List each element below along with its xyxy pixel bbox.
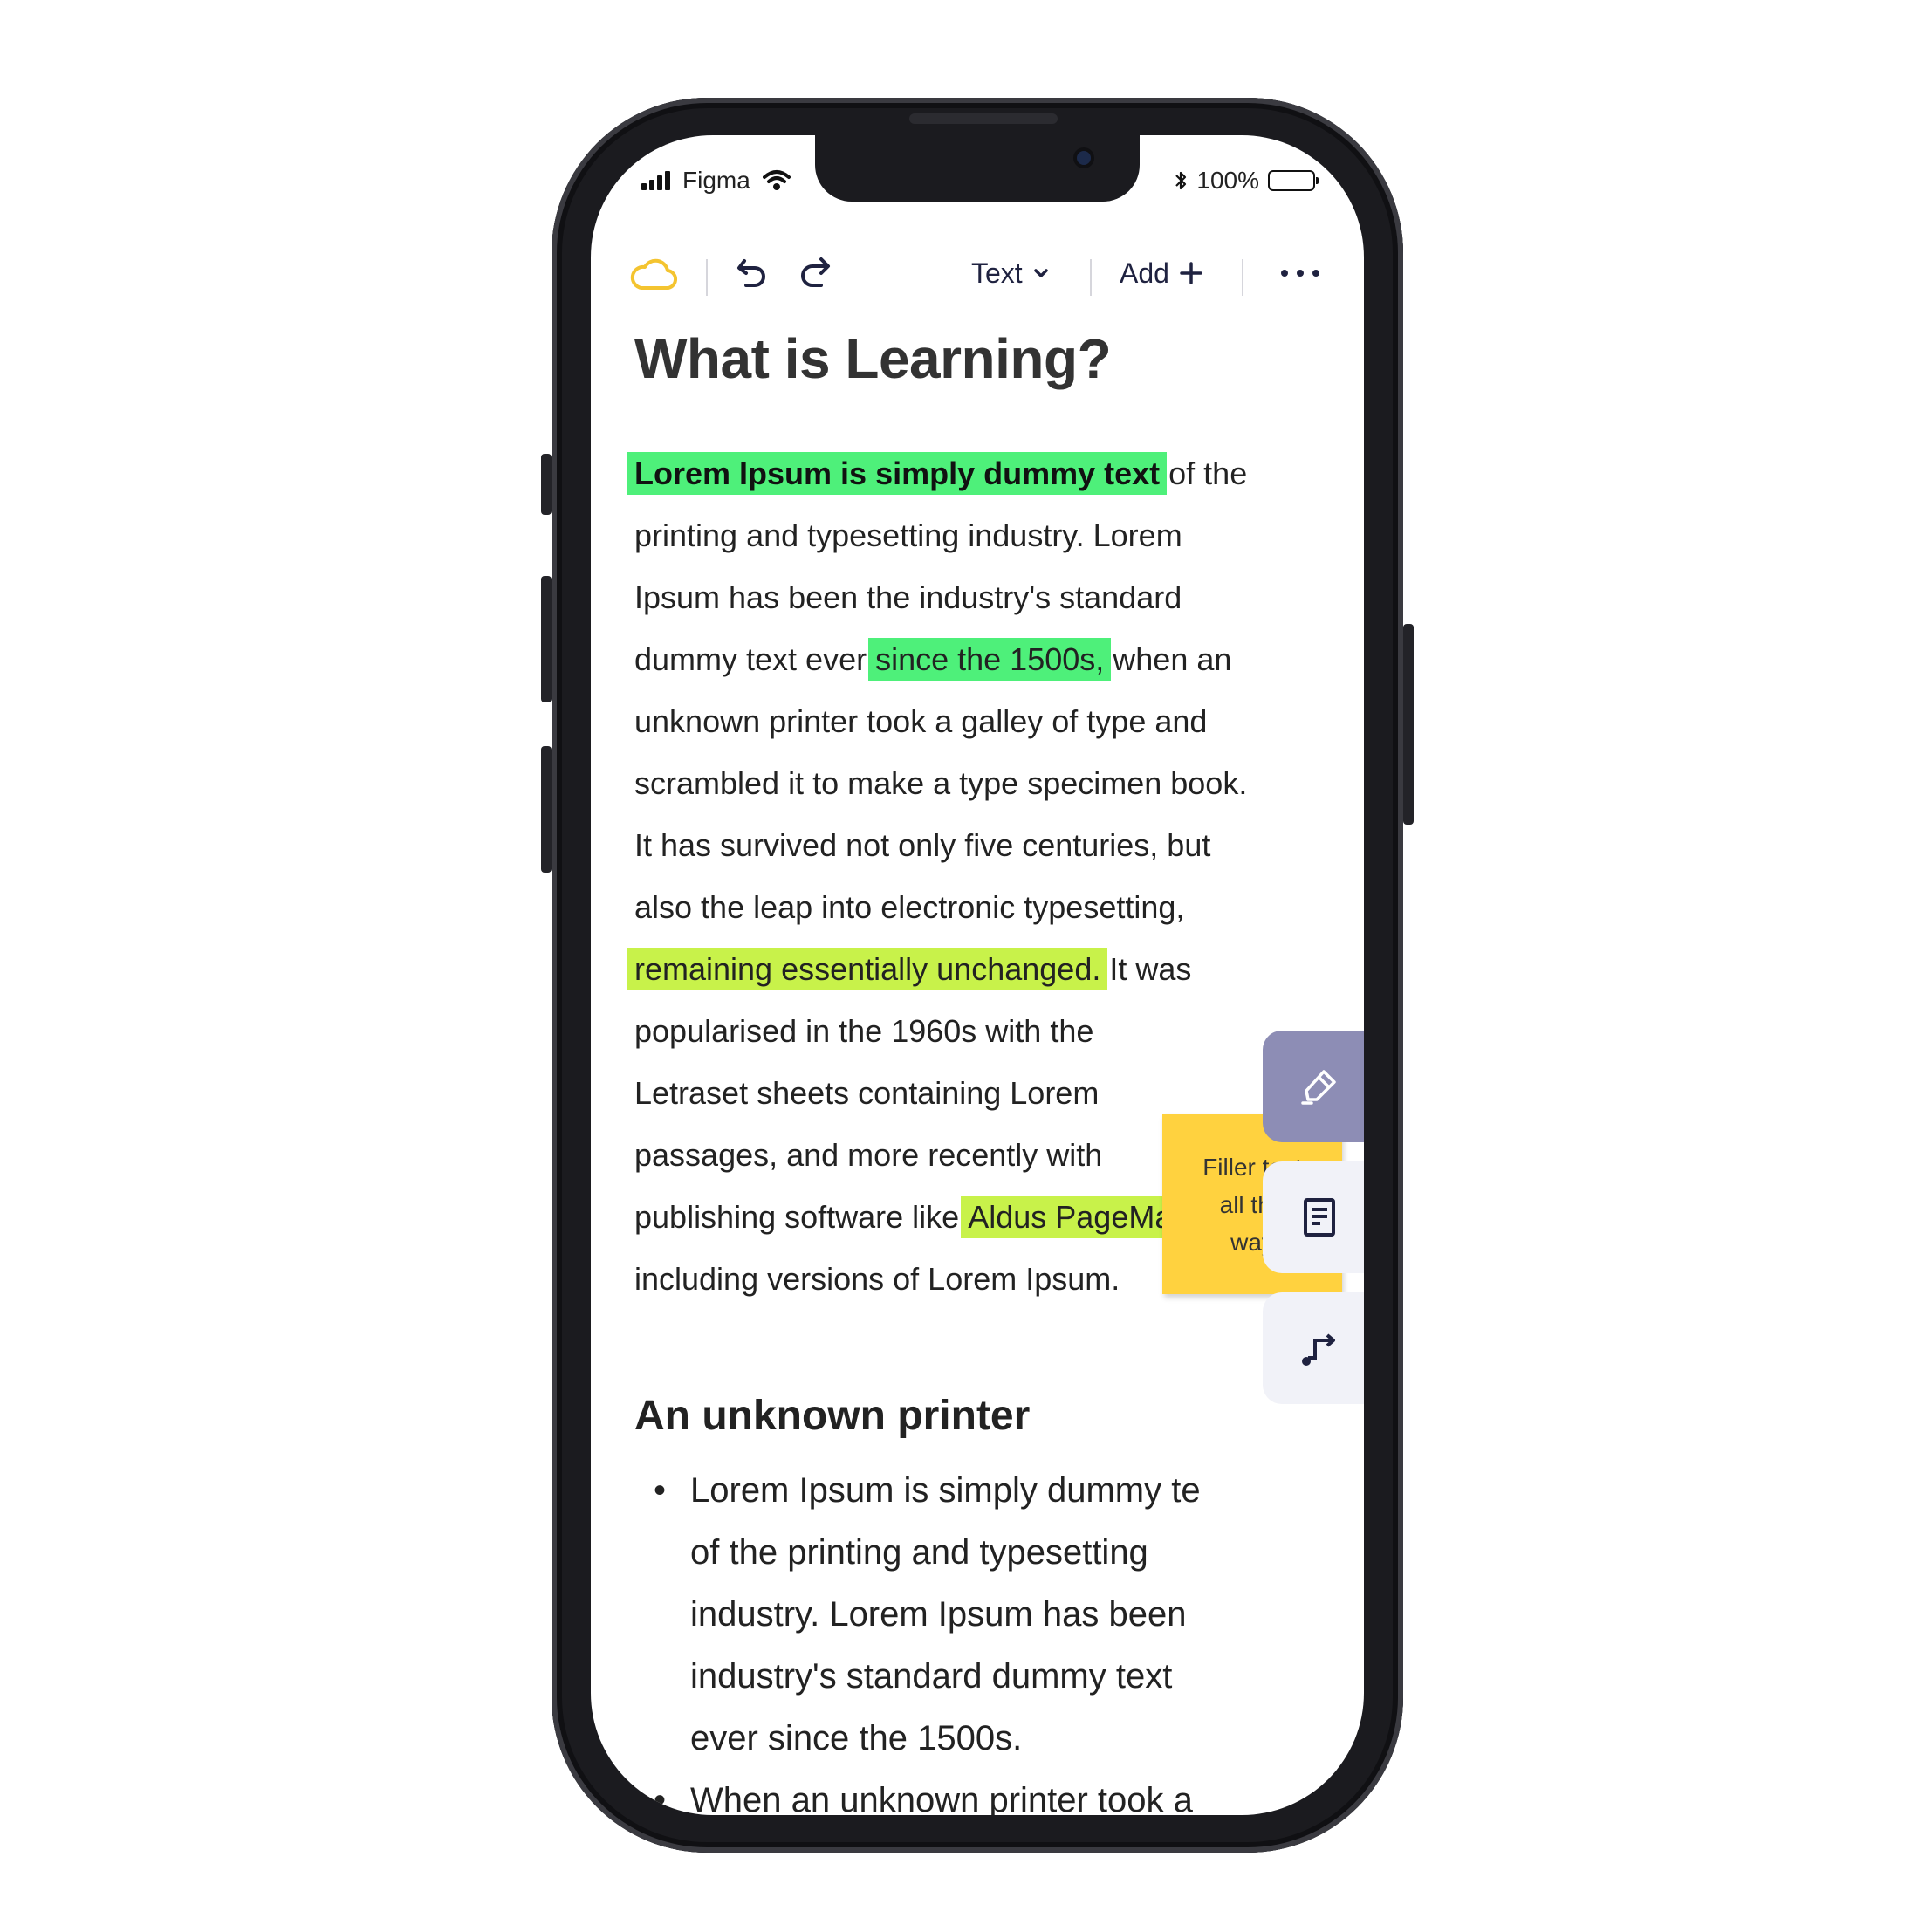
add-label: Add — [1120, 257, 1169, 289]
notch — [815, 135, 1140, 202]
mute-switch — [541, 454, 552, 515]
camera-icon — [1077, 151, 1091, 165]
list-item-line: of the printing and typesetting — [690, 1533, 1148, 1572]
battery-percent: 100% — [1196, 167, 1259, 194]
note-tool-button[interactable] — [1263, 1161, 1364, 1273]
paragraph-text: popularised in the 1960s with the — [634, 1013, 1094, 1049]
phone-screen: Figma 100% Text Add What is Learning? Lo… — [591, 135, 1364, 1815]
paragraph-line: also the leap into electronic typesettin… — [634, 876, 1350, 938]
paragraph-line: remaining essentially unchanged. It was — [627, 938, 1350, 1000]
power-button — [1403, 624, 1414, 825]
cloud-icon — [630, 258, 677, 291]
volume-down-button — [541, 746, 552, 873]
more-options-button[interactable] — [1278, 238, 1322, 308]
redo-icon — [801, 257, 830, 287]
toolbar-divider — [1242, 259, 1243, 296]
bluetooth-icon — [1175, 171, 1187, 190]
editor-toolbar: Text Add — [591, 238, 1364, 308]
volume-up-button — [541, 576, 552, 702]
paragraph-line: printing and typesetting industry. Lorem — [634, 504, 1350, 566]
list-item-line: ever since the 1500s. — [690, 1719, 1023, 1757]
paragraph-text: including versions of Lorem Ipsum. — [634, 1261, 1120, 1297]
document-title[interactable]: What is Learning? — [634, 320, 1333, 397]
toolbar-divider — [706, 259, 708, 296]
paragraph-line: Ipsum has been the industry's standard — [634, 566, 1350, 628]
paragraph-line: unknown printer took a galley of type an… — [634, 690, 1350, 752]
highlighted-text: since the 1500s, — [868, 638, 1112, 681]
list-item[interactable]: When an unknown printer took a — [634, 1770, 1298, 1815]
note-icon — [1304, 1198, 1335, 1237]
wifi-icon — [762, 170, 791, 190]
list-item[interactable]: Lorem Ipsum is simply dummy te of the pri… — [634, 1460, 1298, 1770]
paragraph-line: Lorem Ipsum is simply dummy text of the — [627, 442, 1350, 504]
redo-button[interactable] — [795, 238, 833, 308]
paragraph-line: popularised in the 1960s with the — [634, 1000, 1350, 1062]
list-item-line: When an unknown printer took a — [690, 1781, 1193, 1815]
connector-icon — [1302, 1333, 1335, 1366]
highlighted-text: remaining essentially unchanged. — [627, 948, 1108, 990]
highlighter-icon — [1301, 1070, 1336, 1105]
paragraph-text: scrambled it to make a type specimen boo… — [634, 765, 1248, 801]
paragraph-line: scrambled it to make a type specimen boo… — [634, 752, 1350, 814]
paragraph-line: It has survived not only five centuries,… — [634, 814, 1350, 876]
list-item-line: industry. Lorem Ipsum has been — [690, 1595, 1187, 1634]
paragraph-text: also the leap into electronic typesettin… — [634, 889, 1185, 925]
highlighted-text: Lorem Ipsum is simply dummy text — [627, 452, 1168, 495]
paragraph-text: It was — [1100, 951, 1192, 987]
signal-icon — [641, 171, 670, 190]
undo-icon — [737, 259, 765, 287]
cloud-sync-button[interactable] — [629, 238, 678, 308]
phone-frame: Figma 100% Text Add What is Learning? Lo… — [552, 98, 1403, 1853]
undo-button[interactable] — [734, 238, 772, 308]
paragraph-text: unknown printer took a galley of type an… — [634, 703, 1208, 739]
chevron-down-icon — [1033, 269, 1048, 277]
section-heading[interactable]: An unknown printer — [634, 1392, 1030, 1440]
highlighter-tool-button[interactable] — [1263, 1031, 1364, 1142]
list-item-line: industry's standard dummy text — [690, 1657, 1173, 1696]
bullet-list[interactable]: Lorem Ipsum is simply dummy te of the pri… — [634, 1460, 1298, 1815]
paragraph-text: Ipsum has been the industry's standard — [634, 579, 1182, 615]
more-icon — [1281, 270, 1319, 277]
paragraph-text: publishing software like — [634, 1199, 969, 1235]
paragraph-text: passages, and more recently with — [634, 1137, 1103, 1173]
list-item-line: Lorem Ipsum is simply dummy te — [690, 1471, 1201, 1510]
paragraph-text: Letraset sheets containing Lorem — [634, 1075, 1100, 1111]
paragraph-text: dummy text ever — [634, 641, 876, 677]
paragraph-text: when an — [1104, 641, 1232, 677]
text-style-dropdown[interactable]: Text — [971, 238, 1051, 308]
toolbar-divider — [1090, 259, 1092, 296]
document-body: What is Learning? Lorem Ipsum is simply … — [627, 320, 1333, 1297]
paragraph-text: of the — [1160, 456, 1248, 491]
add-button[interactable]: Add — [1120, 238, 1204, 308]
carrier-label: Figma — [682, 167, 750, 194]
text-style-label: Text — [971, 257, 1023, 289]
paragraph-line: dummy text ever since the 1500s, when an — [634, 628, 1350, 690]
speaker-grille — [909, 113, 1058, 124]
paragraph-text: It has survived not only five centuries,… — [634, 827, 1211, 863]
connector-tool-button[interactable] — [1263, 1292, 1364, 1404]
paragraph-text: printing and typesetting industry. Lorem — [634, 517, 1182, 553]
plus-icon — [1180, 262, 1202, 284]
battery-icon — [1268, 170, 1319, 191]
